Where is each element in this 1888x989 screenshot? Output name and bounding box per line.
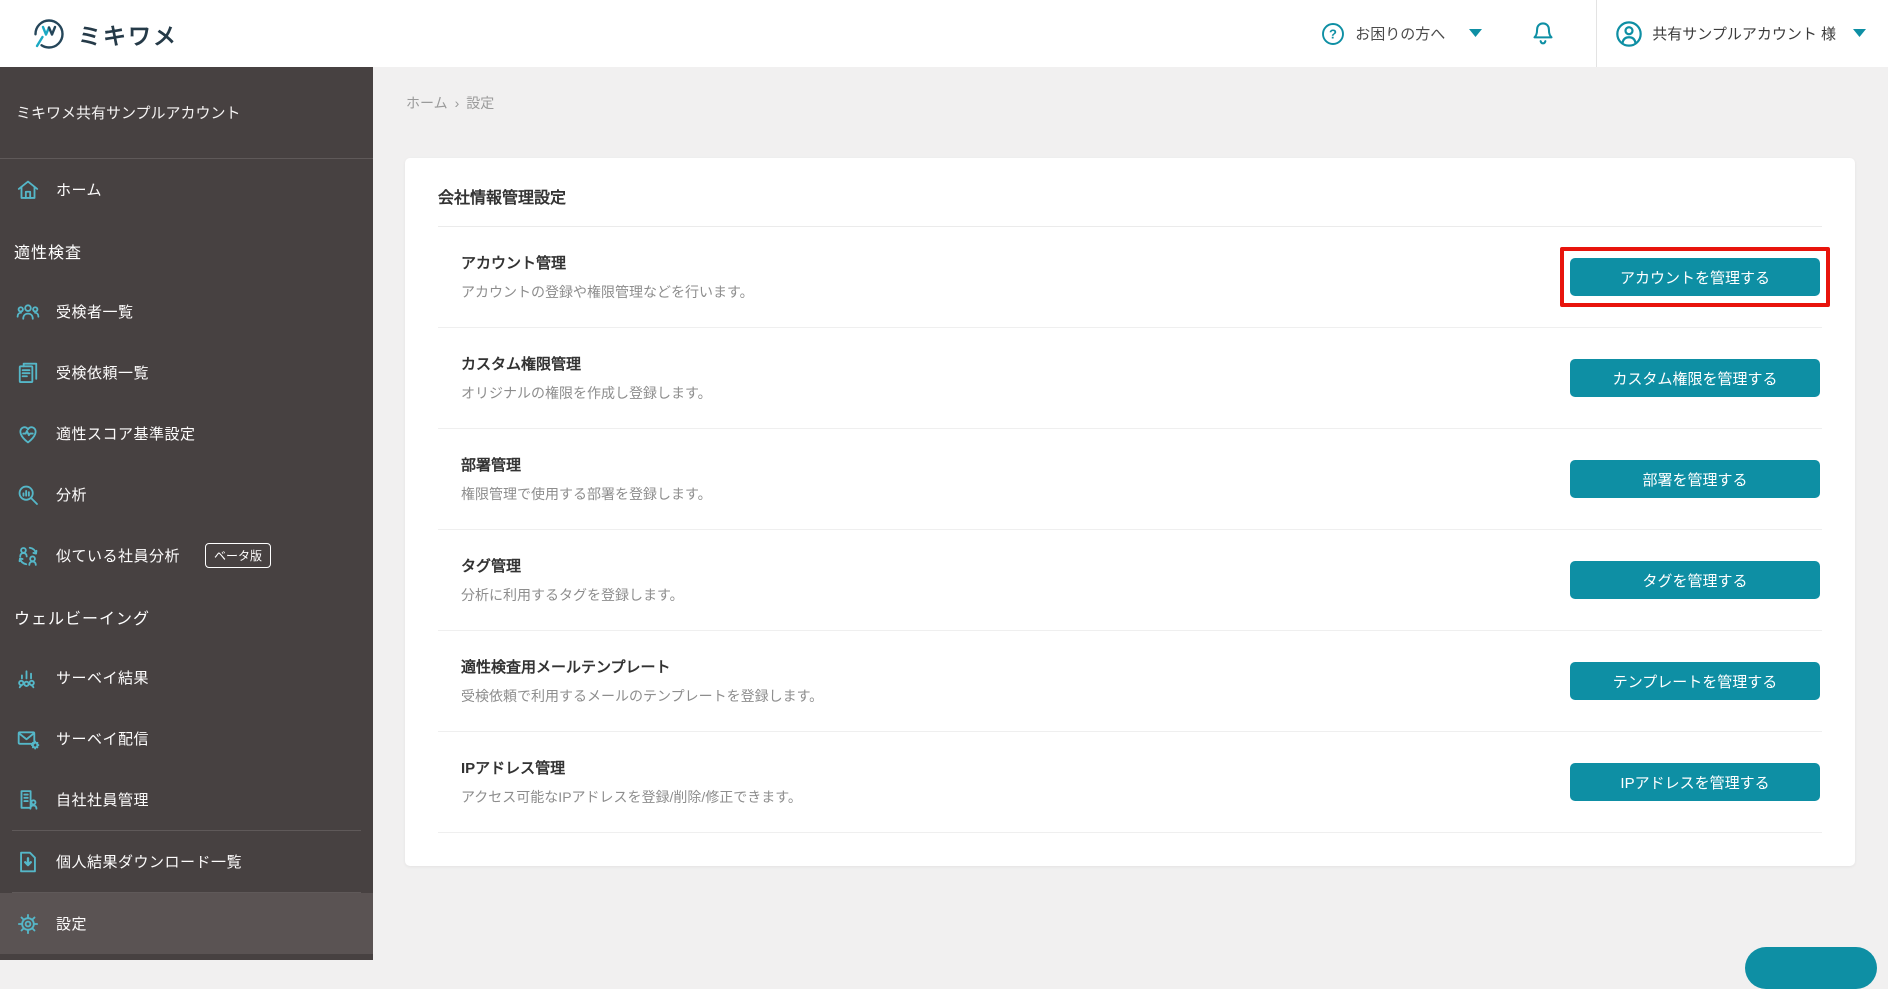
sidebar-item-受検依頼一覧[interactable]: 受検依頼一覧 <box>0 342 373 403</box>
row-description: オリジナルの権限を作成し登録します。 <box>461 383 712 403</box>
sidebar: ミキワメ共有サンプルアカウント ホーム 適性検査 受検者一覧 受検依頼一覧 適性… <box>0 67 373 960</box>
app-logo[interactable]: ミキワメ <box>0 15 178 53</box>
sidebar-item-自社社員管理[interactable]: 自社社員管理 <box>0 769 373 830</box>
row-description: アクセス可能なIPアドレスを登録/削除/修正できます。 <box>461 787 802 807</box>
manage-button-アカウント管理[interactable]: アカウントを管理する <box>1570 258 1820 296</box>
logo-wordmark: ミキワメ <box>78 17 178 51</box>
sidebar-item-適性スコア基準設定[interactable]: 適性スコア基準設定 <box>0 403 373 464</box>
company-settings-card: 会社情報管理設定 アカウント管理 アカウントの登録や権限管理などを行います。 ア… <box>405 158 1855 866</box>
manage-button-カスタム権限管理[interactable]: カスタム権限を管理する <box>1570 359 1820 397</box>
row-description: 受検依頼で利用するメールのテンプレートを登録します。 <box>461 686 823 706</box>
row-title: 部署管理 <box>461 454 712 475</box>
row-description: アカウントの登録や権限管理などを行います。 <box>461 282 754 302</box>
sidebar-item-分析[interactable]: 分析 <box>0 464 373 525</box>
account-name-label: 共有サンプルアカウント 様 <box>1652 23 1836 44</box>
similar-employee-icon <box>14 542 41 569</box>
chevron-down-icon <box>1469 29 1482 38</box>
top-header: ミキワメ ? お困りの方へ <box>0 0 1888 67</box>
manage-button-タグ管理[interactable]: タグを管理する <box>1570 561 1820 599</box>
own-employee-icon <box>14 786 41 813</box>
user-avatar-icon <box>1615 20 1643 48</box>
survey-delivery-icon <box>14 725 41 752</box>
analysis-icon <box>14 481 41 508</box>
score-criteria-icon <box>14 420 41 447</box>
row-title: アカウント管理 <box>461 252 754 273</box>
chevron-down-icon <box>1853 29 1866 38</box>
sidebar-section-ウェルビーイング: ウェルビーイング <box>0 586 373 647</box>
settings-row: IPアドレス管理 アクセス可能なIPアドレスを登録/削除/修正できます。 IPア… <box>438 732 1822 833</box>
settings-rows: アカウント管理 アカウントの登録や権限管理などを行います。 アカウントを管理する… <box>438 227 1822 833</box>
sidebar-item-サーベイ結果[interactable]: サーベイ結果 <box>0 647 373 708</box>
sidebar-nav: ホーム 適性検査 受検者一覧 受検依頼一覧 適性スコア基準設定 分析 似ている社… <box>0 159 373 954</box>
main-content: ホーム › 設定 会社情報管理設定 アカウント管理 アカウントの登録や権限管理な… <box>373 67 1888 960</box>
sidebar-item-設定[interactable]: 設定 <box>0 893 373 954</box>
row-title: IPアドレス管理 <box>461 757 802 778</box>
manage-button-IPアドレス管理[interactable]: IPアドレスを管理する <box>1570 763 1820 801</box>
help-question-icon: ? <box>1321 22 1345 46</box>
notifications-button[interactable] <box>1530 20 1556 48</box>
sidebar-item-似ている社員分析[interactable]: 似ている社員分析 ベータ版 <box>0 525 373 586</box>
mikiwame-logo-icon <box>30 15 68 53</box>
sidebar-section-適性検査: 適性検査 <box>0 220 373 281</box>
sidebar-item-受検者一覧[interactable]: 受検者一覧 <box>0 281 373 342</box>
breadcrumb-current: 設定 <box>466 93 494 113</box>
bell-icon <box>1530 20 1556 48</box>
support-fab[interactable] <box>1745 947 1877 989</box>
card-title: 会社情報管理設定 <box>438 158 1822 227</box>
breadcrumb-separator: › <box>455 95 460 111</box>
row-description: 権限管理で使用する部署を登録します。 <box>461 484 712 504</box>
settings-row: カスタム権限管理 オリジナルの権限を作成し登録します。 カスタム権限を管理する <box>438 328 1822 429</box>
row-title: カスタム権限管理 <box>461 353 712 374</box>
sidebar-item-サーベイ配信[interactable]: サーベイ配信 <box>0 708 373 769</box>
help-label: お困りの方へ <box>1355 23 1445 44</box>
settings-row: アカウント管理 アカウントの登録や権限管理などを行います。 アカウントを管理する <box>438 227 1822 328</box>
breadcrumb: ホーム › 設定 <box>373 67 1888 113</box>
help-menu[interactable]: ? お困りの方へ <box>1321 22 1482 46</box>
beta-badge: ベータ版 <box>205 543 271 568</box>
settings-row: 適性検査用メールテンプレート 受検依頼で利用するメールのテンプレートを登録します… <box>438 631 1822 732</box>
svg-text:?: ? <box>1329 26 1337 41</box>
sidebar-item-個人結果ダウンロード一覧[interactable]: 個人結果ダウンロード一覧 <box>0 831 373 892</box>
breadcrumb-home[interactable]: ホーム <box>406 93 448 113</box>
exam-request-list-icon <box>14 359 41 386</box>
manage-button-部署管理[interactable]: 部署を管理する <box>1570 460 1820 498</box>
sidebar-item-ホーム[interactable]: ホーム <box>0 159 373 220</box>
settings-icon <box>14 910 41 937</box>
row-title: タグ管理 <box>461 555 684 576</box>
row-description: 分析に利用するタグを登録します。 <box>461 585 684 605</box>
examinee-list-icon <box>14 298 41 325</box>
home-icon <box>14 176 41 203</box>
download-list-icon <box>14 848 41 875</box>
row-title: 適性検査用メールテンプレート <box>461 656 823 677</box>
manage-button-適性検査用メールテンプレート[interactable]: テンプレートを管理する <box>1570 662 1820 700</box>
sidebar-account-title: ミキワメ共有サンプルアカウント <box>0 67 373 159</box>
survey-result-icon <box>14 664 41 691</box>
settings-row: 部署管理 権限管理で使用する部署を登録します。 部署を管理する <box>438 429 1822 530</box>
account-menu[interactable]: 共有サンプルアカウント 様 <box>1597 20 1888 48</box>
settings-row: タグ管理 分析に利用するタグを登録します。 タグを管理する <box>438 530 1822 631</box>
